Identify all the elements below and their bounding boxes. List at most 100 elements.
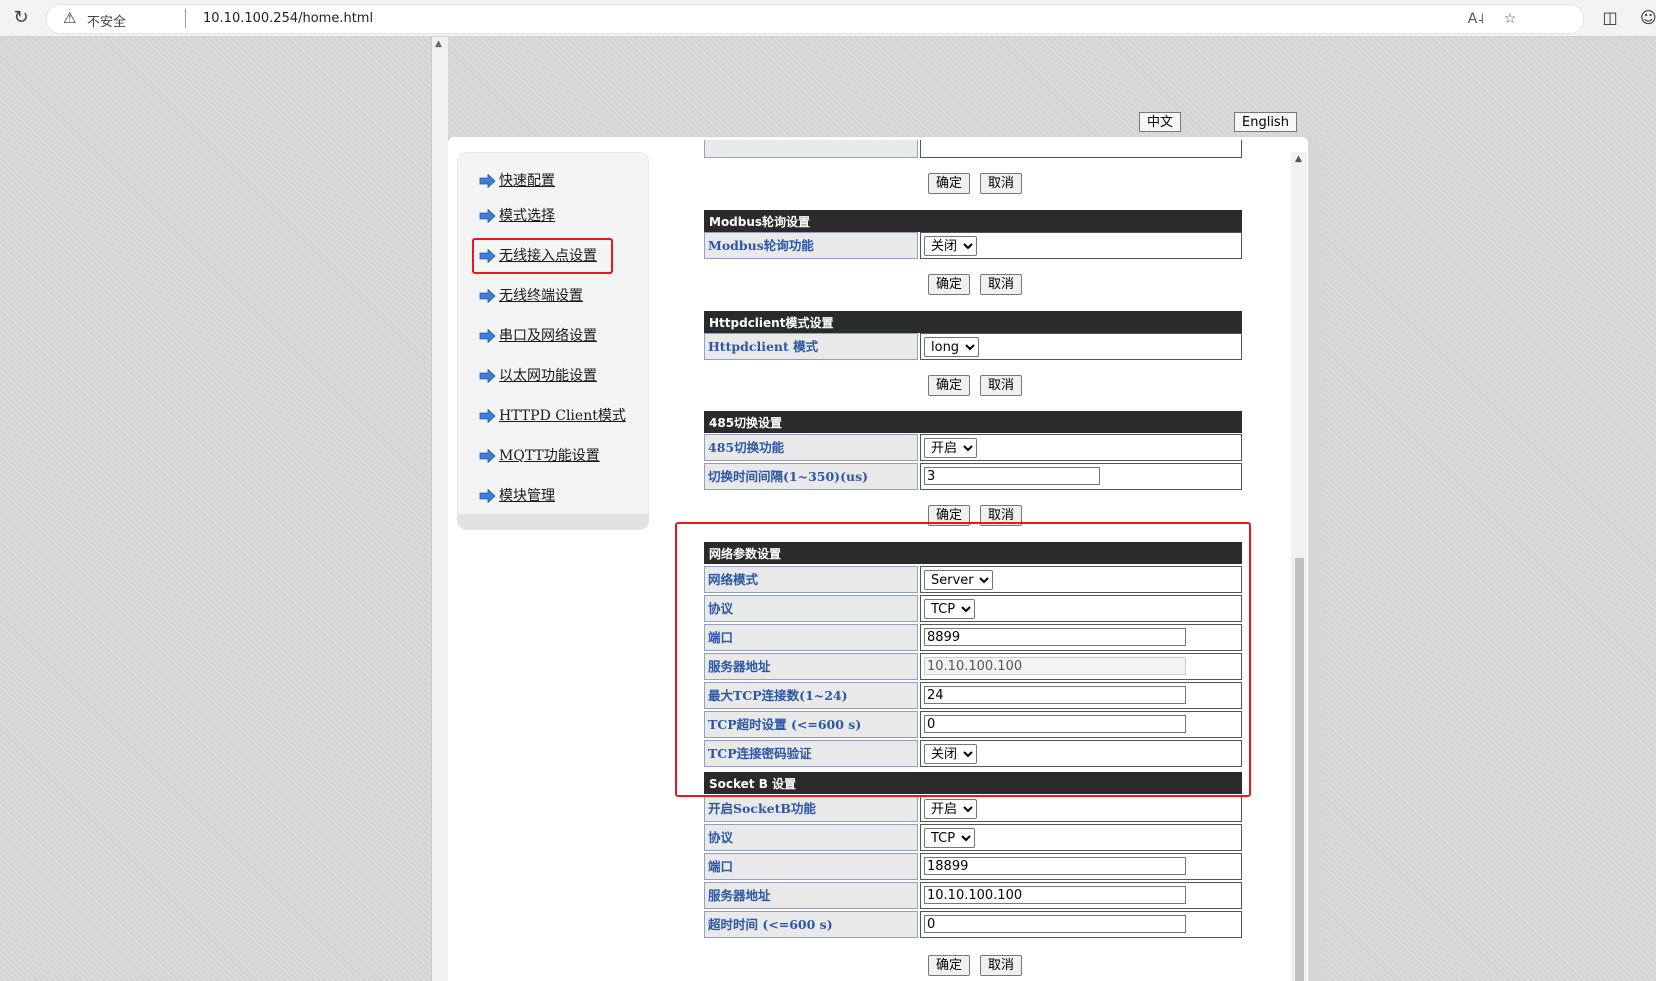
split-screen-icon[interactable]: ◫ bbox=[1600, 8, 1620, 28]
rs485-interval-input[interactable] bbox=[924, 467, 1100, 485]
socketb-protocol-select[interactable]: TCP bbox=[924, 828, 975, 848]
network-server-address-row: 服务器地址 bbox=[704, 653, 1242, 680]
row-label: 开启SocketB功能 bbox=[704, 795, 918, 822]
row-label: 网络模式 bbox=[704, 566, 918, 593]
row-label: 端口 bbox=[704, 624, 918, 651]
sidebar-item[interactable]: 无线终端设置 bbox=[479, 285, 583, 307]
network-section-title: 网络参数设置 bbox=[704, 542, 1242, 564]
arrow-right-icon bbox=[479, 408, 496, 424]
ok-button[interactable]: 确定 bbox=[928, 375, 971, 396]
row-value bbox=[920, 882, 1242, 909]
sidebar-item[interactable]: 以太网功能设置 bbox=[479, 365, 597, 387]
sidebar-item[interactable]: 串口及网络设置 bbox=[479, 325, 597, 347]
rs485-enable-select[interactable]: 开启 bbox=[924, 438, 977, 458]
cancel-button[interactable]: 取消 bbox=[980, 505, 1023, 526]
row-label bbox=[704, 140, 918, 158]
sidebar-item[interactable]: 模块管理 bbox=[479, 485, 555, 507]
scrollbar-thumb[interactable] bbox=[1295, 558, 1304, 981]
socketb-server-address-input[interactable] bbox=[924, 886, 1186, 904]
read-aloud-icon[interactable]: A˨ bbox=[1467, 10, 1485, 28]
cancel-button[interactable]: 取消 bbox=[980, 173, 1023, 194]
tcp-password-auth-select[interactable]: 关闭 bbox=[924, 744, 977, 764]
scroll-up-icon[interactable]: ▲ bbox=[1295, 154, 1302, 164]
sidebar-item-link[interactable]: HTTPD Client模式 bbox=[499, 408, 626, 424]
network-mode-select[interactable]: Server bbox=[924, 570, 993, 590]
sidebar-item[interactable]: 快速配置 bbox=[479, 170, 555, 192]
sidebar-item-link[interactable]: MQTT功能设置 bbox=[499, 448, 600, 464]
row-value bbox=[920, 853, 1242, 880]
reload-icon[interactable]: ↻ bbox=[9, 6, 33, 30]
sidebar-item-link[interactable]: 以太网功能设置 bbox=[499, 368, 597, 384]
tcp-timeout-input[interactable] bbox=[924, 715, 1186, 733]
arrow-right-icon bbox=[479, 173, 496, 189]
cancel-button[interactable]: 取消 bbox=[980, 274, 1023, 295]
socketb-timeout-row: 超时时间 (<=600 s) bbox=[704, 911, 1242, 938]
max-tcp-connections-row: 最大TCP连接数(1~24) bbox=[704, 682, 1242, 709]
row-label: 服务器地址 bbox=[704, 882, 918, 909]
socketb-timeout-input[interactable] bbox=[924, 915, 1186, 933]
row-value: 开启 bbox=[920, 434, 1242, 461]
sidebar-item-link[interactable]: 无线接入点设置 bbox=[499, 248, 597, 264]
profile-icon[interactable]: ☺ bbox=[1640, 8, 1656, 28]
network-server-address-input bbox=[924, 657, 1186, 675]
sidebar-item[interactable]: 模式选择 bbox=[479, 205, 555, 227]
network-protocol-row: 协议 TCP bbox=[704, 595, 1242, 622]
sidebar-item-link[interactable]: 模式选择 bbox=[499, 208, 555, 224]
ok-button[interactable]: 确定 bbox=[928, 955, 971, 976]
sidebar-item[interactable]: 无线接入点设置 bbox=[479, 245, 597, 267]
row-label: 端口 bbox=[704, 853, 918, 880]
socketb-server-address-row: 服务器地址 bbox=[704, 882, 1242, 909]
favorite-icon[interactable]: ☆ bbox=[1501, 10, 1519, 28]
sidebar-item-link[interactable]: 串口及网络设置 bbox=[499, 328, 597, 344]
cancel-button[interactable]: 取消 bbox=[980, 375, 1023, 396]
row-label: Httpdclient 模式 bbox=[704, 333, 918, 360]
httpd-section-title: Httpdclient模式设置 bbox=[704, 311, 1242, 333]
row-value: Server bbox=[920, 566, 1242, 593]
url-text[interactable]: 10.10.100.254/home.html bbox=[203, 11, 373, 26]
header-band bbox=[448, 37, 1325, 137]
network-mode-row: 网络模式 Server bbox=[704, 566, 1242, 593]
tcp-password-auth-row: TCP连接密码验证 关闭 bbox=[704, 740, 1242, 767]
ok-button[interactable]: 确定 bbox=[928, 173, 971, 194]
arrow-right-icon bbox=[479, 248, 496, 264]
arrow-right-icon bbox=[479, 488, 496, 504]
modbus-enable-select[interactable]: 关闭 bbox=[924, 236, 977, 256]
security-label[interactable]: 不安全 bbox=[87, 11, 126, 30]
address-bar[interactable]: ⚠ 不安全 10.10.100.254/home.html A˨ ☆ bbox=[46, 4, 1584, 34]
socketb-port-input[interactable] bbox=[924, 857, 1186, 875]
row-value bbox=[920, 624, 1242, 651]
ok-button[interactable]: 确定 bbox=[928, 274, 971, 295]
address-divider bbox=[185, 9, 186, 28]
row-value bbox=[920, 711, 1242, 738]
network-port-input[interactable] bbox=[924, 628, 1186, 646]
row-label: 协议 bbox=[704, 595, 918, 622]
ok-button[interactable]: 确定 bbox=[928, 505, 971, 526]
socketb-protocol-row: 协议 TCP bbox=[704, 824, 1242, 851]
httpd-mode-row: Httpdclient 模式 long bbox=[704, 333, 1242, 360]
rs485-enable-row: 485切换功能 开启 bbox=[704, 434, 1242, 461]
outer-scrollbar[interactable]: ▲ bbox=[431, 37, 449, 981]
cancel-button[interactable]: 取消 bbox=[980, 955, 1023, 976]
sidebar-item-link[interactable]: 无线终端设置 bbox=[499, 288, 583, 304]
sidebar-item[interactable]: MQTT功能设置 bbox=[479, 445, 600, 467]
content-scrollbar[interactable]: ▲ bbox=[1291, 152, 1307, 981]
chinese-language-button[interactable]: 中文 bbox=[1139, 112, 1182, 132]
socketb-enable-select[interactable]: 开启 bbox=[924, 799, 977, 819]
network-protocol-select[interactable]: TCP bbox=[924, 599, 975, 619]
sidebar-item[interactable]: HTTPD Client模式 bbox=[479, 405, 626, 427]
english-language-button[interactable]: English bbox=[1234, 112, 1297, 132]
row-label: 切换时间间隔(1~350)(us) bbox=[704, 463, 918, 490]
max-tcp-connections-input[interactable] bbox=[924, 686, 1186, 704]
socketb-port-row: 端口 bbox=[704, 853, 1242, 880]
network-port-row: 端口 bbox=[704, 624, 1242, 651]
arrow-right-icon bbox=[479, 208, 496, 224]
page-background-left bbox=[0, 37, 431, 981]
modbus-section-title: Modbus轮询设置 bbox=[704, 210, 1242, 232]
row-value: long bbox=[920, 333, 1242, 360]
sidebar-item-link[interactable]: 快速配置 bbox=[499, 173, 555, 189]
arrow-right-icon bbox=[479, 368, 496, 384]
sidebar-item-link[interactable]: 模块管理 bbox=[499, 488, 555, 504]
row-label: Modbus轮询功能 bbox=[704, 232, 918, 259]
scroll-up-icon[interactable]: ▲ bbox=[435, 39, 442, 49]
httpd-mode-select[interactable]: long bbox=[924, 337, 979, 357]
